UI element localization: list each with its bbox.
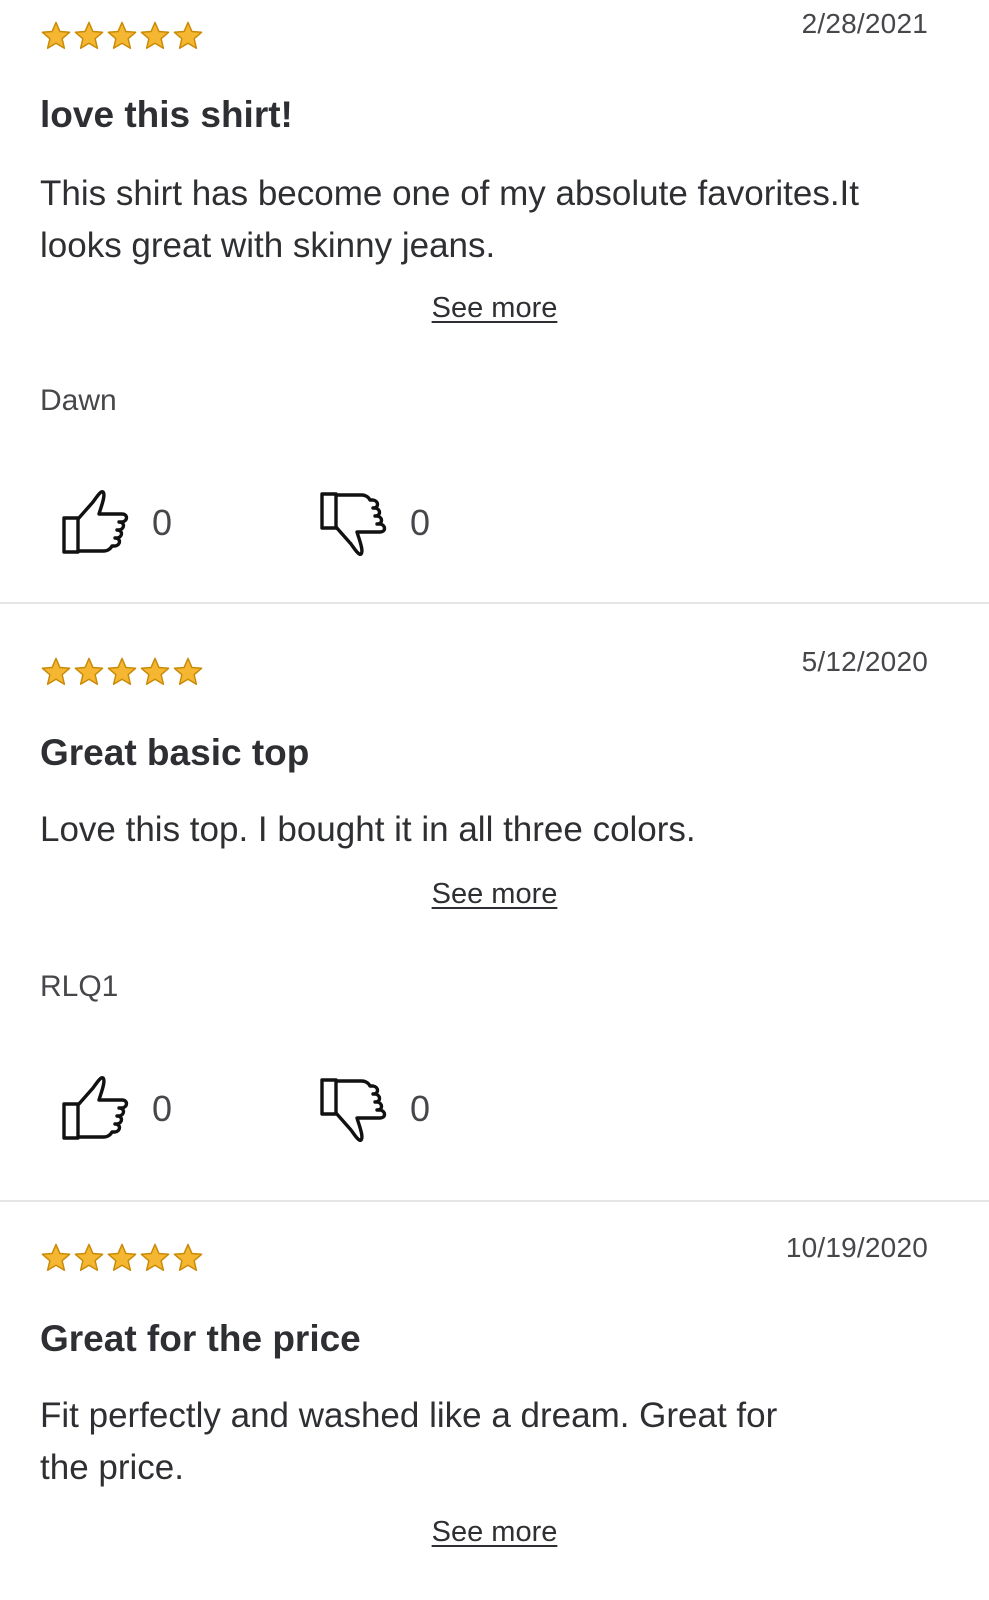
helpful-button[interactable]: 0 xyxy=(60,488,192,558)
star-icon xyxy=(107,1243,137,1272)
star-icon xyxy=(173,1243,203,1272)
thumbs-up-icon xyxy=(62,1075,129,1140)
star-rating xyxy=(40,20,204,52)
star-icon xyxy=(107,21,137,50)
review-author: Dawn xyxy=(40,384,117,417)
helpful-button[interactable]: 0 xyxy=(60,1074,192,1144)
see-more-row: See more xyxy=(0,1516,989,1549)
review-body: This shirt has become one of my absolute… xyxy=(40,174,859,265)
see-more-row: See more xyxy=(0,878,989,911)
vote-row: 0 0 xyxy=(60,488,450,558)
star-rating xyxy=(40,656,204,688)
star-icon xyxy=(74,657,104,686)
helpful-count: 0 xyxy=(152,502,173,543)
review-card: 5/12/2020 Great basic top Love this top.… xyxy=(0,604,989,1202)
star-icon xyxy=(140,657,170,686)
star-icon xyxy=(173,657,203,686)
review-author: RLQ1 xyxy=(40,970,119,1003)
star-icon xyxy=(74,1243,104,1272)
thumbs-down-icon xyxy=(320,492,387,557)
star-icon xyxy=(173,21,203,50)
star-icon xyxy=(140,21,170,50)
unhelpful-button[interactable]: 0 xyxy=(318,488,450,558)
unhelpful-count: 0 xyxy=(410,502,431,543)
star-rating xyxy=(40,1242,204,1274)
review-title: Great for the price xyxy=(40,1318,361,1359)
star-icon xyxy=(41,21,71,50)
star-icon xyxy=(41,657,71,686)
vote-row: 0 0 xyxy=(60,1074,450,1144)
thumbs-up-icon xyxy=(62,489,129,554)
see-more-link[interactable]: See more xyxy=(432,878,558,910)
star-icon xyxy=(74,21,104,50)
review-title: love this shirt! xyxy=(40,94,293,135)
review-body: Fit perfectly and washed like a dream. G… xyxy=(40,1396,778,1487)
review-date: 5/12/2020 xyxy=(801,646,928,677)
thumbs-down-icon xyxy=(320,1078,387,1143)
review-title: Great basic top xyxy=(40,732,310,773)
see-more-link[interactable]: See more xyxy=(432,1516,558,1548)
unhelpful-button[interactable]: 0 xyxy=(318,1074,450,1144)
review-date: 2/28/2021 xyxy=(801,8,928,39)
review-date: 10/19/2020 xyxy=(785,1232,928,1263)
review-card: 10/19/2020 Great for the price Fit perfe… xyxy=(0,1202,989,1600)
see-more-link[interactable]: See more xyxy=(432,292,558,324)
star-icon xyxy=(140,1243,170,1272)
helpful-count: 0 xyxy=(152,1088,173,1129)
unhelpful-count: 0 xyxy=(410,1088,431,1129)
review-card: 2/28/2021 love this shirt! This shirt ha… xyxy=(0,0,989,604)
star-icon xyxy=(107,657,137,686)
review-body: Love this top. I bought it in all three … xyxy=(40,810,696,849)
see-more-row: See more xyxy=(0,292,989,325)
star-icon xyxy=(41,1243,71,1272)
